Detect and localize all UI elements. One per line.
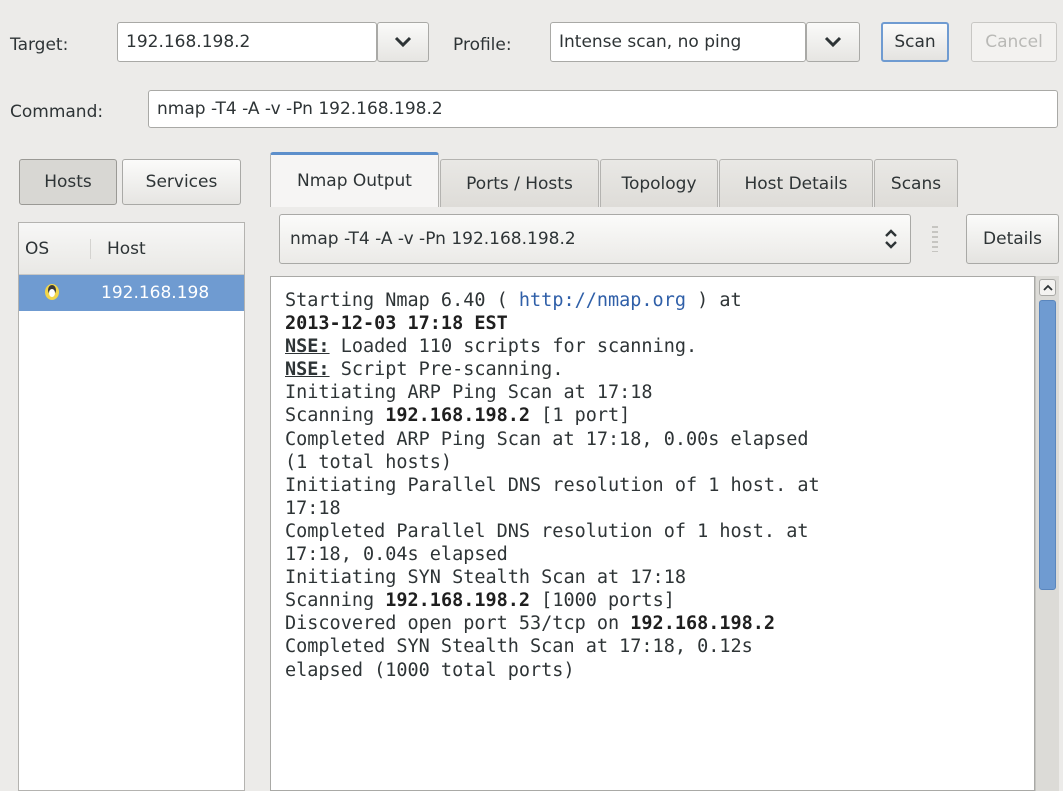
output-line: Initiating ARP Ping Scan at 17:18 xyxy=(285,382,653,404)
scrollbar-thumb[interactable] xyxy=(1039,300,1056,590)
scroll-up-button[interactable] xyxy=(1039,279,1056,296)
host-address: 192.168.198 xyxy=(101,283,210,303)
output-line: NSE: Loaded 110 scripts for scanning. xyxy=(285,336,698,358)
output-scrollbar[interactable] xyxy=(1035,276,1059,791)
profile-label: Profile: xyxy=(453,35,512,55)
chevron-down-icon xyxy=(824,36,842,48)
chevron-up-icon xyxy=(1042,284,1053,291)
scan-button[interactable]: Scan xyxy=(881,22,949,62)
profile-dropdown-button[interactable] xyxy=(806,22,860,62)
tab-nmap-output[interactable]: Nmap Output xyxy=(270,152,439,207)
target-dropdown-button[interactable] xyxy=(377,22,429,62)
output-line: (1 total hosts) xyxy=(285,451,453,473)
output-line: Scanning 192.168.198.2 [1000 ports] xyxy=(285,590,675,612)
tab-ports-hosts[interactable]: Ports / Hosts xyxy=(440,159,599,207)
output-line: 17:18 xyxy=(285,497,341,519)
output-scan-select[interactable]: nmap -T4 -A -v -Pn 192.168.198.2 xyxy=(279,214,911,264)
host-row[interactable]: 192.168.198 xyxy=(19,275,244,311)
output-line: Starting Nmap 6.40 ( http://nmap.org ) a… xyxy=(285,290,742,311)
output-line: Initiating Parallel DNS resolution of 1 … xyxy=(285,474,820,496)
target-input[interactable]: 192.168.198.2 xyxy=(117,22,377,62)
command-label: Command: xyxy=(10,102,104,122)
tab-scans[interactable]: Scans xyxy=(874,159,958,207)
cancel-button[interactable]: Cancel xyxy=(971,22,1057,62)
output-line: 17:18, 0.04s elapsed xyxy=(285,544,508,566)
output-line: 2013-12-03 17:18 EST xyxy=(285,313,508,335)
chevron-down-icon xyxy=(394,36,412,48)
output-line: Completed Parallel DNS resolution of 1 h… xyxy=(285,520,809,542)
column-header-host[interactable]: Host xyxy=(91,239,146,259)
separator-grip-icon xyxy=(932,226,938,252)
tab-services[interactable]: Services xyxy=(122,159,241,205)
profile-select[interactable]: Intense scan, no ping xyxy=(550,22,806,62)
output-line: NSE: Script Pre-scanning. xyxy=(285,359,564,381)
linux-penguin-icon xyxy=(19,280,101,307)
hosts-list-header: OS Host xyxy=(19,223,244,275)
output-line: Completed SYN Stealth Scan at 17:18, 0.1… xyxy=(285,636,753,658)
output-line: Discovered open port 53/tcp on 192.168.1… xyxy=(285,613,776,635)
tab-hosts[interactable]: Hosts xyxy=(19,159,117,205)
command-input[interactable]: nmap -T4 -A -v -Pn 192.168.198.2 xyxy=(148,90,1058,128)
details-button[interactable]: Details xyxy=(966,214,1059,264)
tab-host-details[interactable]: Host Details xyxy=(719,159,873,207)
output-line: Scanning 192.168.198.2 [1 port] xyxy=(285,405,631,427)
target-label: Target: xyxy=(10,35,69,55)
output-scan-select-value: nmap -T4 -A -v -Pn 192.168.198.2 xyxy=(290,229,576,249)
output-line: elapsed (1000 total ports) xyxy=(285,659,575,681)
tab-topology[interactable]: Topology xyxy=(600,159,718,207)
hosts-list: OS Host 192.168.198 xyxy=(18,222,245,791)
output-line: Initiating SYN Stealth Scan at 17:18 xyxy=(285,567,686,589)
output-link[interactable]: http://nmap.org xyxy=(519,290,686,311)
nmap-output-text[interactable]: Starting Nmap 6.40 ( http://nmap.org ) a… xyxy=(270,276,1035,791)
up-down-arrows-icon xyxy=(884,228,898,255)
column-header-os[interactable]: OS xyxy=(19,238,91,259)
output-line: Completed ARP Ping Scan at 17:18, 0.00s … xyxy=(285,428,809,450)
